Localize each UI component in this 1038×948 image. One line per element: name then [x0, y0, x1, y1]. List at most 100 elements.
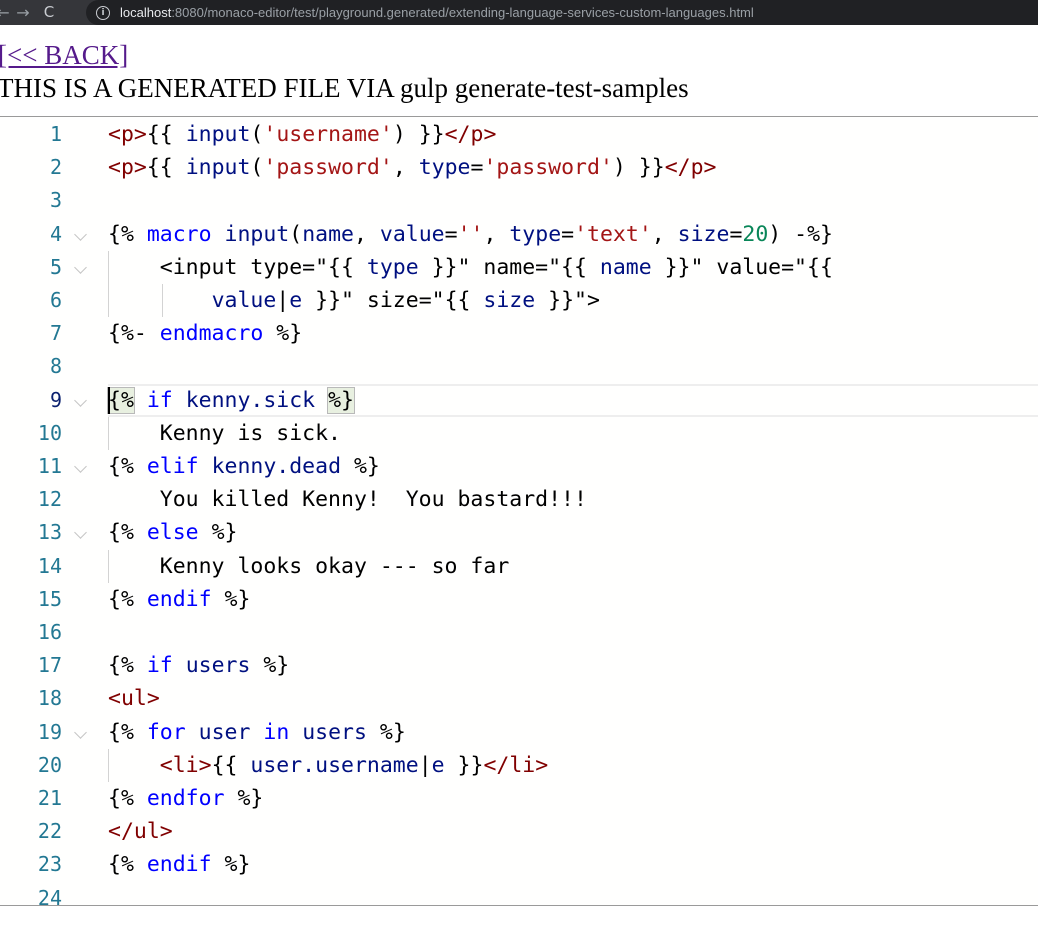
code-token: %}	[341, 454, 380, 479]
code-token: %}	[198, 520, 238, 546]
line-number: 17	[37, 653, 62, 678]
code-token: =	[561, 221, 575, 247]
editor-line[interactable]: 24	[0, 882, 1038, 906]
line-number: 23	[37, 852, 62, 877]
code-token: </p>	[664, 155, 717, 181]
editor-line[interactable]: 5 <input type="{{ type }}" name="{{ name…	[0, 250, 1038, 284]
back-arrow-icon[interactable]: ←	[0, 0, 10, 25]
code-text: </ul>	[108, 815, 173, 848]
code-token: |	[276, 288, 290, 313]
code-text: {%- endmacro %}	[108, 317, 302, 350]
code-text: {% for user in users %}	[108, 716, 406, 749]
fold-chevron-icon[interactable]	[74, 526, 87, 540]
code-text: {% macro input(name, value='', type='tex…	[108, 218, 833, 251]
code-text: <li>{{ user.username|e }}</li>	[108, 749, 548, 782]
code-token: {%	[108, 454, 147, 479]
editor-line[interactable]: 17 {% if users %}	[0, 649, 1038, 682]
code-text: <p>{{ input('password', type='password')…	[108, 151, 716, 184]
editor-line[interactable]: 1 <p>{{ input('username') }}</p>	[0, 118, 1038, 151]
line-number: 10	[37, 420, 62, 445]
editor-line[interactable]: 15 {% endif %}	[0, 583, 1038, 616]
editor-line[interactable]: 23 {% endif %}	[0, 848, 1038, 881]
reload-icon[interactable]: C	[36, 0, 62, 25]
line-number: 9	[49, 387, 62, 412]
fold-chevron-icon[interactable]	[74, 393, 87, 407]
code-text: {% if users %}	[108, 649, 289, 682]
code-text: <ul>	[108, 682, 160, 715]
editor-line[interactable]: 9 {% if kenny.sick %}	[0, 383, 1038, 417]
fold-chevron-icon[interactable]	[74, 260, 87, 274]
code-text: <p>{{ input('username') }}</p>	[108, 118, 496, 151]
forward-arrow-icon[interactable]: →	[10, 0, 36, 25]
code-token: kenny.sick	[185, 387, 316, 413]
code-text: {% if kenny.sick %}	[107, 384, 355, 417]
code-token: </ul>	[108, 819, 173, 845]
line-number: 4	[49, 221, 62, 246]
code-token: 'text'	[574, 221, 652, 247]
line-number: 14	[37, 553, 62, 578]
editor-line[interactable]: 20 <li>{{ user.username|e }}</li>	[0, 748, 1038, 782]
code-token: e	[289, 288, 303, 313]
code-token: }}	[444, 752, 484, 778]
code-token: =	[729, 221, 743, 247]
line-number: 5	[49, 254, 62, 279]
line-number: 8	[49, 354, 62, 379]
line-number: 15	[37, 586, 62, 611]
editor-line[interactable]: 6 value|e }}" size="{{ size }}">	[0, 284, 1038, 317]
line-number: 6	[49, 288, 62, 312]
editor-line[interactable]: 8	[0, 350, 1038, 383]
code-token: <ul>	[108, 686, 160, 712]
code-token: }}" value="{{	[651, 254, 833, 280]
address-bar[interactable]: i localhost:8080/monaco-editor/test/play…	[86, 0, 1038, 25]
editor-line[interactable]: 22 </ul>	[0, 815, 1038, 848]
url-path: :8080/monaco-editor/test/playground.gene…	[171, 5, 754, 20]
back-link[interactable]: [<< BACK]	[0, 38, 128, 72]
fold-chevron-icon[interactable]	[74, 725, 87, 739]
code-token: |	[418, 752, 432, 778]
code-text: {% else %}	[108, 516, 237, 549]
fold-chevron-icon[interactable]	[74, 460, 87, 473]
editor-line[interactable]: 12 You killed Kenny! You bastard!!!	[0, 483, 1038, 516]
code-token: %}	[263, 321, 303, 347]
code-token: ) -%}	[768, 221, 834, 247]
code-token: kenny.dead	[211, 454, 342, 479]
code-text: <input type="{{ type }}" name="{{ name }…	[108, 251, 833, 284]
editor-line[interactable]: 16	[0, 616, 1038, 649]
text-cursor	[108, 386, 110, 414]
browser-toolbar: ← → C i localhost:8080/monaco-editor/tes…	[0, 0, 1038, 25]
editor-line[interactable]: 18 <ul>	[0, 682, 1038, 715]
editor-line[interactable]: 19 {% for user in users %}	[0, 716, 1038, 749]
code-token: ,	[392, 155, 419, 181]
editor-line[interactable]: 2 <p>{{ input('password', type='password'…	[0, 151, 1038, 184]
code-token: {%	[108, 653, 147, 679]
editor-line[interactable]: 11 {% elif kenny.dead %}	[0, 450, 1038, 483]
code-token: {%	[108, 719, 147, 745]
line-number: 13	[37, 520, 62, 545]
code-token: =	[444, 221, 458, 247]
code-token: value	[211, 288, 277, 313]
code-token: %}	[211, 586, 251, 612]
editor-line[interactable]: 13 {% else %}	[0, 516, 1038, 549]
code-token: type	[509, 221, 562, 247]
editor-line[interactable]: 10 Kenny is sick.	[0, 416, 1038, 450]
line-number: 16	[37, 620, 62, 644]
code-editor[interactable]: 1 <p>{{ input('username') }}</p> 2 <p>{{ in…	[0, 116, 1038, 906]
fold-chevron-icon[interactable]	[74, 227, 87, 241]
editor-line[interactable]: 4 {% macro input(name, value='', type='te…	[0, 218, 1038, 251]
line-number: 24	[37, 885, 62, 906]
site-info-icon[interactable]: i	[96, 5, 110, 20]
editor-line[interactable]: 14 Kenny looks okay --- so far	[0, 549, 1038, 583]
bracket-match-highlight: {%	[107, 386, 135, 414]
code-token: input	[224, 221, 290, 247]
code-text: {% endif %}	[108, 848, 250, 881]
editor-line[interactable]: 3	[0, 184, 1038, 217]
code-token: ''	[457, 221, 484, 247]
editor-line[interactable]: 7 {%- endmacro %}	[0, 317, 1038, 350]
editor-line[interactable]: 21 {% endfor %}	[0, 782, 1038, 815]
code-token: ) }}	[612, 155, 665, 181]
code-token: (	[250, 155, 264, 181]
